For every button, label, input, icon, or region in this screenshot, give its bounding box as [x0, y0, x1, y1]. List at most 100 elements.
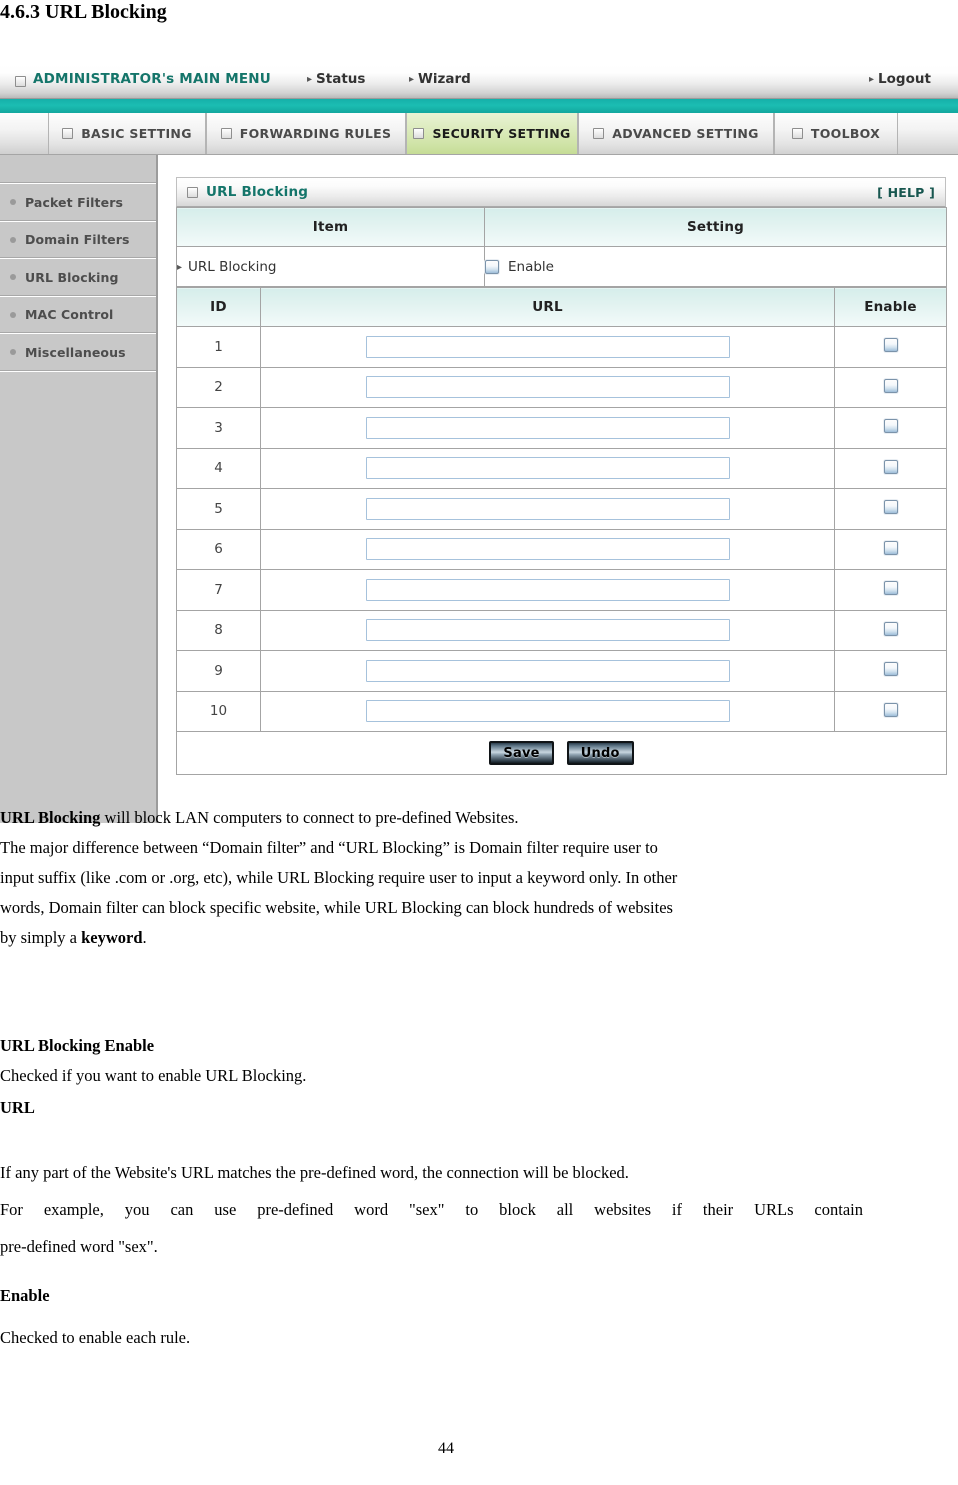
url-input[interactable] [365, 700, 730, 723]
rule-enable-checkbox[interactable] [883, 702, 898, 717]
rule-id: 6 [176, 528, 261, 570]
bullet-icon [10, 349, 16, 356]
rule-url-cell [260, 650, 835, 692]
rule-url-cell [260, 609, 835, 651]
rule-enable-cell [834, 569, 947, 611]
table-row: 6 [176, 528, 947, 570]
sidebar-item-mac-control[interactable]: MAC Control [0, 297, 156, 334]
rule-enable-checkbox[interactable] [883, 338, 898, 353]
url-blocking-item-label: URL Blocking [188, 258, 277, 275]
column-header-url: URL [260, 287, 835, 327]
url-input[interactable] [365, 416, 730, 439]
rule-enable-cell [834, 326, 947, 368]
sidebar-item-domain-filters[interactable]: Domain Filters [0, 222, 156, 259]
table-row: 2 [176, 366, 947, 408]
rule-id: 8 [176, 609, 261, 651]
tab-basic-setting-label: BASIC SETTING [81, 126, 192, 141]
rule-url-cell [260, 407, 835, 449]
url-input[interactable] [365, 497, 730, 520]
url-input[interactable] [365, 538, 730, 561]
rules-header-row: ID URL Enable [176, 287, 947, 327]
main-menu-label[interactable]: ADMINISTRATOR's MAIN MENU [33, 71, 271, 87]
url-input[interactable] [365, 659, 730, 682]
intro-bold-lead: URL Blocking [0, 808, 101, 827]
tab-basic-setting[interactable]: BASIC SETTING [48, 113, 206, 154]
sidebar-item-url-blocking[interactable]: URL Blocking [0, 259, 156, 297]
rule-enable-checkbox[interactable] [883, 500, 898, 515]
url-blocking-setting-cell: Enable [484, 246, 947, 287]
top-menu-bar: ADMINISTRATOR's MAIN MENU ▸ Status ▸ Wizar… [0, 63, 958, 99]
section-heading: URL [0, 1098, 35, 1117]
sidebar: Packet Filters Domain Filters URL Blocki… [0, 155, 158, 823]
top-menu-item-status[interactable]: ▸ Status [307, 71, 365, 87]
intro-line-1-rest: will block LAN computers to connect to p… [100, 808, 519, 827]
top-menu-item-wizard[interactable]: ▸ Wizard [409, 71, 471, 87]
tab-square-icon [413, 128, 425, 139]
rule-enable-checkbox[interactable] [883, 662, 898, 677]
main-tab-bar: BASIC SETTING FORWARDING RULES SECURITY … [0, 113, 958, 155]
tab-toolbox-label: TOOLBOX [810, 126, 881, 141]
rule-enable-checkbox[interactable] [883, 459, 898, 474]
section-url-body-line-3: pre-defined word "sex". [0, 1237, 158, 1256]
table-row: 10 [176, 690, 947, 732]
url-input[interactable] [365, 335, 730, 358]
arrow-right-icon: ▸ [409, 74, 415, 85]
panel-square-icon [187, 186, 198, 198]
rule-enable-cell [834, 407, 947, 449]
intro-keyword-bold: keyword [81, 928, 143, 947]
table-row: 5 [176, 488, 947, 530]
table-row: 7 [176, 569, 947, 611]
table-header-row: Item Setting [176, 207, 947, 247]
rule-id: 7 [176, 569, 261, 611]
tab-advanced-setting-label: ADVANCED SETTING [612, 126, 759, 141]
rule-enable-checkbox[interactable] [883, 540, 898, 555]
sidebar-item-packet-filters[interactable]: Packet Filters [0, 184, 156, 222]
url-input[interactable] [365, 578, 730, 601]
section-url-body: If any part of the Website's URL matches… [0, 1154, 863, 1191]
section-enable: Enable [0, 1281, 863, 1311]
top-menu-status-label: Status [316, 71, 366, 87]
section-body: Checked if you want to enable URL Blocki… [0, 1066, 307, 1085]
section-url-body-line-1: If any part of the Website's URL matches… [0, 1163, 629, 1182]
rule-enable-cell [834, 690, 947, 732]
url-blocking-table: Item Setting ▸ URL Blocking Enable [176, 207, 947, 287]
intro-line-1: URL Blocking will block LAN computers to… [0, 803, 863, 833]
intro-line-2: The major difference between “Domain fil… [0, 838, 658, 857]
page-number: 44 [438, 1440, 454, 1457]
url-blocking-enable-checkbox[interactable] [485, 259, 499, 274]
rule-url-cell [260, 488, 835, 530]
intro-line-4: words, Domain filter can block specific … [0, 898, 673, 917]
top-menu-logout-label: Logout [878, 71, 931, 87]
save-button[interactable]: Save [489, 741, 554, 765]
panel-header: URL Blocking [ HELP ] [176, 177, 946, 207]
url-input[interactable] [365, 619, 730, 642]
url-input[interactable] [365, 376, 730, 399]
tab-security-setting[interactable]: SECURITY SETTING [406, 113, 578, 154]
rule-enable-cell [834, 447, 947, 489]
bullet-icon [10, 274, 16, 281]
tab-square-icon [593, 128, 605, 139]
intro-line-5-pre: by simply a [0, 928, 82, 947]
help-link[interactable]: [ HELP ] [877, 185, 935, 200]
rule-id: 2 [176, 366, 261, 408]
section-enable-body: Checked to enable each rule. [0, 1323, 863, 1353]
url-input[interactable] [365, 457, 730, 480]
rule-enable-checkbox[interactable] [883, 621, 898, 636]
teal-divider-bar [0, 99, 958, 113]
section-url: URL [0, 1093, 863, 1123]
bullet-icon [10, 311, 16, 318]
undo-button[interactable]: Undo [566, 741, 634, 765]
tab-advanced-setting[interactable]: ADVANCED SETTING [578, 113, 774, 154]
rule-enable-checkbox[interactable] [883, 581, 898, 596]
rule-enable-checkbox[interactable] [883, 419, 898, 434]
arrow-right-icon: ▸ [869, 74, 875, 85]
intro-line-5-post: . [142, 928, 147, 947]
tab-forwarding-rules[interactable]: FORWARDING RULES [206, 113, 406, 154]
sidebar-item-label: URL Blocking [25, 269, 119, 285]
rule-id: 4 [176, 447, 261, 489]
top-menu-item-logout[interactable]: ▸ Logout [869, 71, 931, 87]
rule-enable-checkbox[interactable] [883, 378, 898, 393]
tab-toolbox[interactable]: TOOLBOX [774, 113, 898, 154]
url-blocking-panel: URL Blocking [ HELP ] Item Setting ▸ URL … [176, 177, 947, 775]
sidebar-item-miscellaneous[interactable]: Miscellaneous [0, 334, 156, 372]
